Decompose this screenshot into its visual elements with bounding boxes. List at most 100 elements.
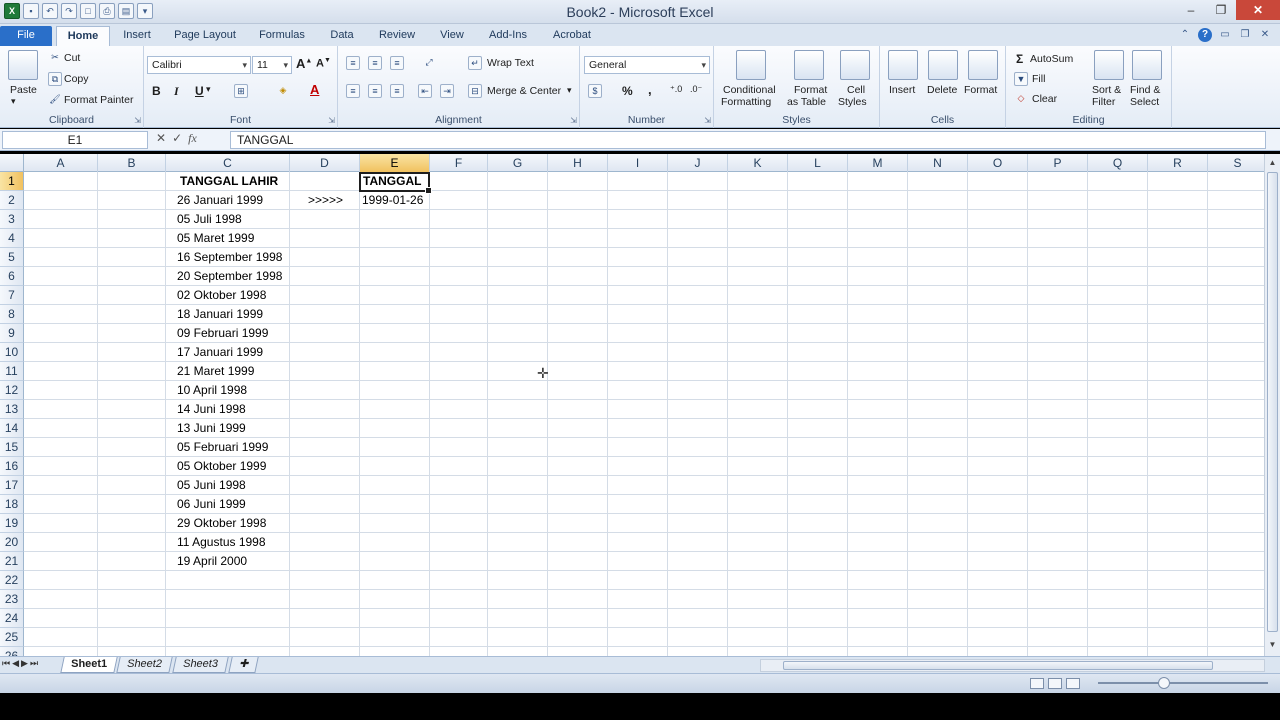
increase-indent-icon[interactable]: ⇥ xyxy=(440,84,454,98)
column-header-s[interactable]: S xyxy=(1208,154,1264,172)
merge-center-button[interactable]: Merge & Center xyxy=(487,85,561,97)
cancel-entry-icon[interactable]: ✕ xyxy=(156,131,166,146)
sheet-tab-sheet3[interactable]: Sheet3 xyxy=(172,657,229,673)
alignment-launcher-icon[interactable]: ⇲ xyxy=(570,116,577,125)
cell-c2[interactable]: 26 Januari 1999 xyxy=(166,191,290,210)
column-header-k[interactable]: K xyxy=(728,154,788,172)
fill-color-icon[interactable]: ◈ xyxy=(276,84,290,98)
column-header-a[interactable]: A xyxy=(24,154,98,172)
row-header-8[interactable]: 8 xyxy=(0,305,24,324)
cell-e2[interactable]: 1999-01-26 xyxy=(360,191,430,210)
delete-cells-button[interactable]: Delete xyxy=(927,84,957,96)
row-header-26[interactable]: 26 xyxy=(0,647,24,656)
cell-c8[interactable]: 18 Januari 1999 xyxy=(166,305,290,324)
row-header-22[interactable]: 22 xyxy=(0,571,24,590)
align-bottom-icon[interactable]: ≡ xyxy=(390,56,404,70)
percent-button[interactable]: % xyxy=(622,84,633,98)
cell-c14[interactable]: 13 Juni 1999 xyxy=(166,419,290,438)
row-header-19[interactable]: 19 xyxy=(0,514,24,533)
paste-icon[interactable] xyxy=(8,50,38,80)
tab-add-ins[interactable]: Add-Ins xyxy=(482,26,534,46)
font-size-select[interactable]: 11 xyxy=(252,56,292,74)
align-right-icon[interactable]: ≡ xyxy=(390,84,404,98)
row-header-12[interactable]: 12 xyxy=(0,381,24,400)
normal-view-icon[interactable] xyxy=(1030,678,1044,689)
tab-formulas[interactable]: Formulas xyxy=(252,26,312,46)
row-header-10[interactable]: 10 xyxy=(0,343,24,362)
column-header-j[interactable]: J xyxy=(668,154,728,172)
scroll-up-icon[interactable]: ▲ xyxy=(1265,158,1280,172)
restore-window-icon[interactable]: ❐ xyxy=(1238,28,1252,42)
underline-button[interactable]: U xyxy=(195,84,204,98)
close-button[interactable]: ✕ xyxy=(1236,0,1280,20)
sheet-tab-sheet2[interactable]: Sheet2 xyxy=(116,657,173,673)
prev-sheet-icon[interactable]: ◀ xyxy=(12,658,19,669)
cell-c3[interactable]: 05 Juli 1998 xyxy=(166,210,290,229)
sheet-tab-sheet1[interactable]: Sheet1 xyxy=(60,657,118,673)
shrink-font-icon[interactable]: A▼ xyxy=(316,57,331,70)
column-header-l[interactable]: L xyxy=(788,154,848,172)
cell-c5[interactable]: 16 September 1998 xyxy=(166,248,290,267)
align-top-icon[interactable]: ≡ xyxy=(346,56,360,70)
horizontal-scrollbar[interactable] xyxy=(760,659,1265,672)
tab-data[interactable]: Data xyxy=(322,26,362,46)
italic-button[interactable]: I xyxy=(174,84,179,99)
column-header-d[interactable]: D xyxy=(290,154,360,172)
cell-c13[interactable]: 14 Juni 1998 xyxy=(166,400,290,419)
row-header-14[interactable]: 14 xyxy=(0,419,24,438)
row-header-9[interactable]: 9 xyxy=(0,324,24,343)
cell-c19[interactable]: 29 Oktober 1998 xyxy=(166,514,290,533)
page-layout-view-icon[interactable] xyxy=(1048,678,1062,689)
name-box[interactable]: E1 xyxy=(2,131,148,149)
row-header-3[interactable]: 3 xyxy=(0,210,24,229)
row-header-7[interactable]: 7 xyxy=(0,286,24,305)
decrease-decimal-icon[interactable]: .0⁻ xyxy=(690,84,702,95)
cell-styles-button-line2[interactable]: Styles xyxy=(838,96,867,108)
align-middle-icon[interactable]: ≡ xyxy=(368,56,382,70)
cell-c9[interactable]: 09 Februari 1999 xyxy=(166,324,290,343)
row-header-1[interactable]: 1 xyxy=(0,172,24,191)
cell-d2[interactable]: >>>>> xyxy=(290,191,360,210)
find-select-button-line2[interactable]: Select xyxy=(1130,96,1159,108)
orientation-icon[interactable]: ⤢ xyxy=(422,56,436,70)
merge-dropdown-icon[interactable]: ▾ xyxy=(567,85,572,96)
row-header-16[interactable]: 16 xyxy=(0,457,24,476)
column-header-p[interactable]: P xyxy=(1028,154,1088,172)
copy-button[interactable]: Copy xyxy=(64,73,89,85)
formula-input[interactable]: TANGGAL xyxy=(230,131,1266,149)
row-header-18[interactable]: 18 xyxy=(0,495,24,514)
cell-c11[interactable]: 21 Maret 1999 xyxy=(166,362,290,381)
format-painter-button[interactable]: Format Painter xyxy=(64,94,133,106)
row-header-23[interactable]: 23 xyxy=(0,590,24,609)
cell-c7[interactable]: 02 Oktober 1998 xyxy=(166,286,290,305)
number-format-select[interactable]: General xyxy=(584,56,710,74)
row-header-2[interactable]: 2 xyxy=(0,191,24,210)
cell-styles-button-line1[interactable]: Cell xyxy=(847,84,865,96)
font-launcher-icon[interactable]: ⇲ xyxy=(328,116,335,125)
cell-c4[interactable]: 05 Maret 1999 xyxy=(166,229,290,248)
column-header-o[interactable]: O xyxy=(968,154,1028,172)
zoom-slider-thumb[interactable] xyxy=(1158,677,1170,689)
font-color-icon[interactable]: A xyxy=(310,82,319,97)
cell-c20[interactable]: 11 Agustus 1998 xyxy=(166,533,290,552)
grow-font-icon[interactable]: A▲ xyxy=(296,56,312,71)
fill-button[interactable]: Fill xyxy=(1032,73,1045,85)
help-icon[interactable]: ? xyxy=(1198,28,1212,42)
sort-filter-button-line2[interactable]: Filter xyxy=(1092,96,1115,108)
conditional-formatting-button-line2[interactable]: Formatting xyxy=(721,96,771,108)
font-name-select[interactable]: Calibri xyxy=(147,56,251,74)
cell-c18[interactable]: 06 Juni 1999 xyxy=(166,495,290,514)
autosum-button[interactable]: AutoSum xyxy=(1030,53,1073,65)
format-as-table-button-line2[interactable]: as Table xyxy=(787,96,826,108)
insert-sheet-button[interactable]: ✚ xyxy=(228,657,259,673)
column-header-h[interactable]: H xyxy=(548,154,608,172)
column-header-b[interactable]: B xyxy=(98,154,166,172)
tab-acrobat[interactable]: Acrobat xyxy=(544,26,600,46)
underline-dropdown-icon[interactable]: ▾ xyxy=(206,84,211,95)
page-break-view-icon[interactable] xyxy=(1066,678,1080,689)
column-header-r[interactable]: R xyxy=(1148,154,1208,172)
paste-dropdown-icon[interactable]: ▾ xyxy=(11,96,16,107)
row-header-17[interactable]: 17 xyxy=(0,476,24,495)
zoom-slider[interactable] xyxy=(1098,682,1268,684)
sort-filter-button-line1[interactable]: Sort & xyxy=(1092,84,1121,96)
